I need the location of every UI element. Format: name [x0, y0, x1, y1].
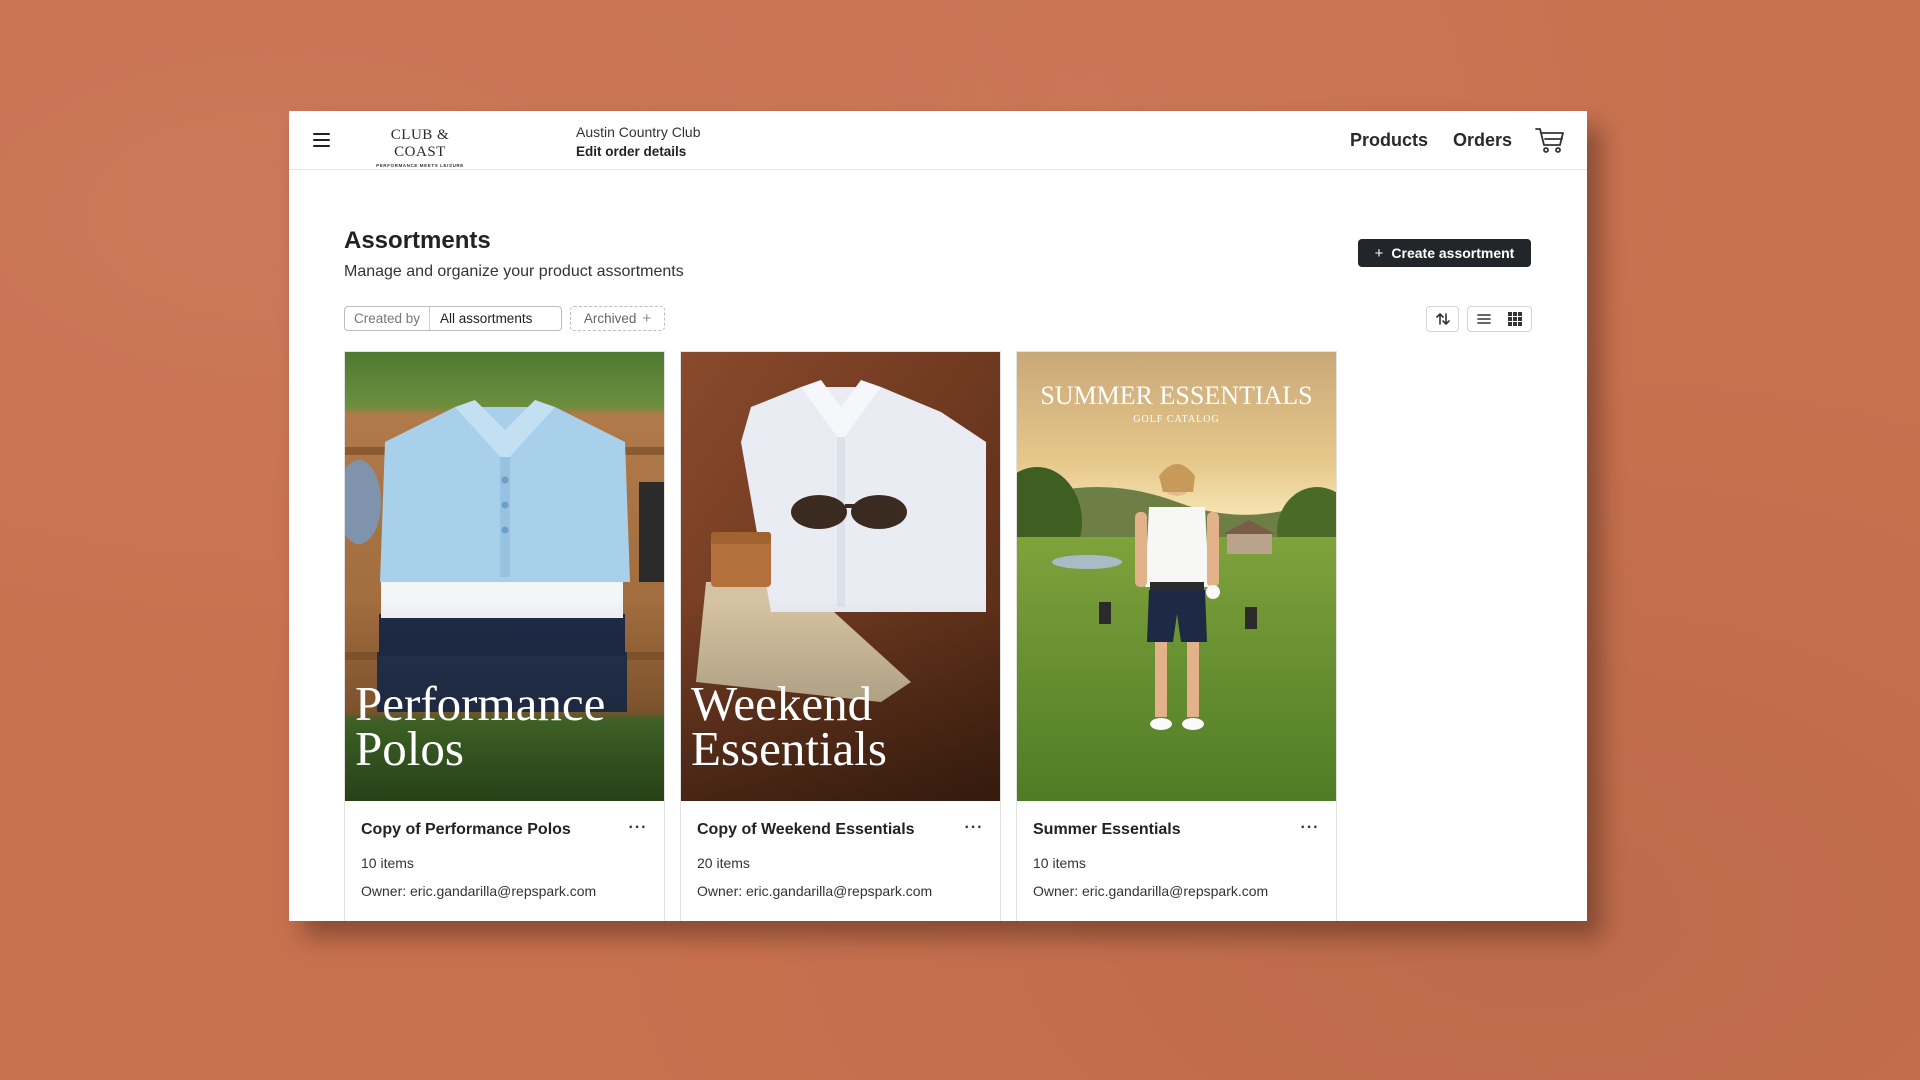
page-subtitle: Manage and organize your product assortm…: [344, 263, 684, 280]
brand-logo[interactable]: CLUB & COAST PERFORMANCE MEETS LEISURE: [365, 127, 475, 168]
assortment-card-title: Copy of Weekend Essentials: [697, 821, 915, 838]
created-by-filter[interactable]: Created by All assortments: [344, 306, 562, 331]
assortment-item-count: 10 items: [1033, 855, 1086, 871]
nav-products-link[interactable]: Products: [1350, 130, 1428, 151]
more-options-icon[interactable]: ···: [626, 818, 650, 838]
assortment-cover-image: Weekend Essentials: [681, 352, 1000, 801]
list-view-button[interactable]: [1467, 306, 1500, 332]
assortment-card[interactable]: SUMMER ESSENTIALS GOLF CATALOG Summer Es…: [1016, 351, 1337, 921]
page-title: Assortments: [344, 227, 491, 254]
plus-icon: +: [1374, 244, 1384, 262]
grid-view-button[interactable]: [1499, 306, 1532, 332]
assortment-owner: Owner: eric.gandarilla@repspark.com: [697, 883, 933, 899]
assortment-owner: Owner: eric.gandarilla@repspark.com: [1033, 883, 1269, 899]
assortment-item-count: 20 items: [697, 855, 750, 871]
add-filter-icon: +: [642, 310, 652, 327]
app-window: CLUB & COAST PERFORMANCE MEETS LEISURE A…: [289, 111, 1587, 921]
hamburger-menu-icon[interactable]: [311, 129, 333, 151]
assortment-card-title: Summer Essentials: [1033, 821, 1181, 838]
archived-filter-label: Archived: [583, 311, 637, 326]
assortment-owner: Owner: eric.gandarilla@repspark.com: [361, 883, 597, 899]
sort-button[interactable]: [1426, 306, 1459, 332]
logo-wordmark: CLUB & COAST: [390, 127, 450, 160]
nav-orders-link[interactable]: Orders: [1453, 130, 1512, 151]
cart-icon[interactable]: [1535, 127, 1565, 155]
more-options-icon[interactable]: ···: [1298, 818, 1322, 838]
assortment-card[interactable]: Performance Polos Copy of Performance Po…: [344, 351, 665, 921]
edit-order-details-link[interactable]: Edit order details: [576, 144, 701, 159]
assortment-card-title: Copy of Performance Polos: [361, 821, 571, 838]
create-assortment-label: Create assortment: [1391, 245, 1515, 261]
more-options-icon[interactable]: ···: [962, 818, 986, 838]
club-context: Austin Country Club Edit order details: [576, 124, 701, 159]
cover-title-line-2: Essentials: [691, 721, 887, 776]
sort-icon: [1435, 313, 1450, 325]
list-view-icon: [1476, 314, 1491, 324]
archived-filter[interactable]: Archived +: [570, 306, 665, 331]
cover-title: SUMMER ESSENTIALS: [1040, 381, 1312, 410]
assortment-cover-image: SUMMER ESSENTIALS GOLF CATALOG: [1017, 352, 1336, 801]
club-name: Austin Country Club: [576, 124, 701, 140]
cover-subtitle: GOLF CATALOG: [1133, 414, 1219, 425]
assortment-card[interactable]: Weekend Essentials Copy of Weekend Essen…: [680, 351, 1001, 921]
created-by-filter-label: Created by: [345, 307, 431, 330]
grid-view-icon: [1508, 312, 1522, 326]
assortment-cover-image: Performance Polos: [345, 352, 664, 801]
create-assortment-button[interactable]: + Create assortment: [1358, 239, 1531, 267]
created-by-filter-value: All assortments: [440, 311, 533, 326]
cover-title-line-2: Polos: [355, 721, 464, 776]
logo-tagline: PERFORMANCE MEETS LEISURE: [376, 163, 464, 168]
assortment-item-count: 10 items: [361, 855, 414, 871]
top-navigation-bar: CLUB & COAST PERFORMANCE MEETS LEISURE A…: [289, 111, 1587, 170]
